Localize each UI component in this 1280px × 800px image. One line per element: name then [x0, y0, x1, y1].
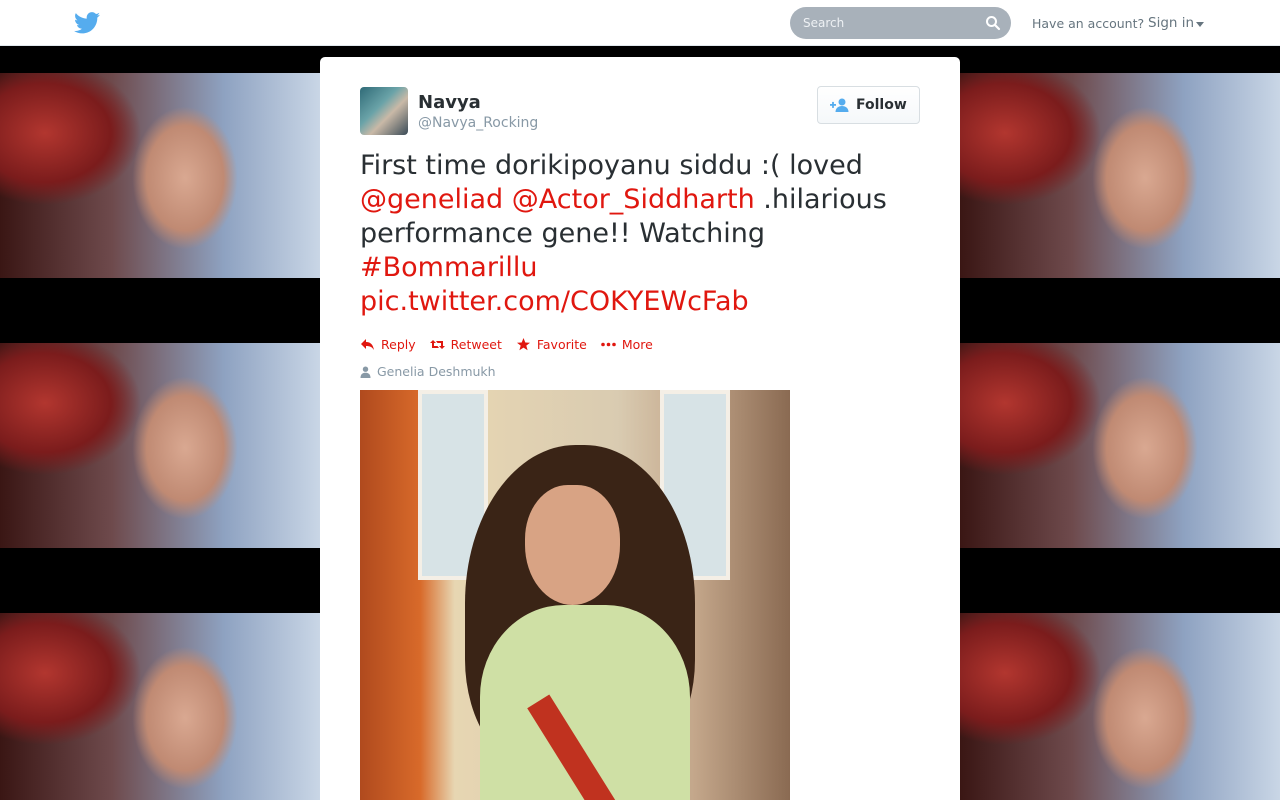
tweet-text-part: First time dorikipoyanu siddu :( loved — [360, 150, 863, 181]
author-handle[interactable]: @Navya_Rocking — [418, 115, 538, 131]
caret-down-icon[interactable] — [1196, 22, 1204, 27]
background-tile — [960, 73, 1280, 278]
retweet-label: Retweet — [450, 336, 502, 352]
author-name[interactable]: Navya — [418, 92, 481, 113]
hashtag-link[interactable]: #Bommarillu — [360, 252, 538, 283]
tagged-person[interactable]: Genelia Deshmukh — [360, 364, 496, 379]
media-link[interactable]: pic.twitter.com/COKYEWcFab — [360, 286, 749, 317]
search-icon[interactable] — [985, 15, 1001, 31]
follow-label: Follow — [856, 97, 907, 113]
background-tile — [960, 343, 1280, 548]
reply-icon — [361, 338, 374, 350]
reply-label: Reply — [381, 336, 416, 352]
have-account-text: Have an account? — [1032, 16, 1145, 31]
background-tile — [0, 613, 320, 800]
retweet-icon — [429, 339, 445, 349]
sign-in-link[interactable]: Sign in — [1148, 15, 1194, 31]
more-label: More — [621, 336, 653, 352]
mention-link[interactable]: @geneliad — [360, 184, 503, 215]
follow-button[interactable]: Follow — [817, 86, 920, 124]
person-icon — [360, 366, 371, 378]
tweet-card: Navya @Navya_Rocking Follow First time d… — [320, 57, 960, 800]
tweet-actions: Reply Retweet Favorite More — [360, 336, 667, 352]
mention-link[interactable]: @Actor_Siddharth — [512, 184, 755, 215]
tweet-text: First time dorikipoyanu siddu :( loved @… — [360, 149, 925, 319]
follow-person-icon — [830, 98, 849, 112]
tweet-photo[interactable] — [360, 390, 790, 800]
background-tile — [960, 613, 1280, 800]
twitter-bird-icon[interactable] — [74, 12, 100, 34]
photo-face-detail — [525, 485, 620, 605]
search-box — [790, 7, 1011, 39]
star-icon — [516, 337, 530, 350]
reply-button[interactable]: Reply — [360, 337, 416, 352]
background-tile — [0, 343, 320, 548]
retweet-button[interactable]: Retweet — [429, 336, 502, 352]
top-bar: Have an account? Sign in — [0, 0, 1280, 46]
tagged-person-name: Genelia Deshmukh — [377, 364, 496, 379]
favorite-label: Favorite — [536, 336, 587, 352]
search-input[interactable] — [790, 7, 980, 39]
more-dots-icon — [601, 342, 616, 346]
favorite-button[interactable]: Favorite — [516, 337, 587, 352]
avatar[interactable] — [360, 87, 408, 135]
more-button[interactable]: More — [601, 337, 653, 352]
background-tile — [0, 73, 320, 278]
